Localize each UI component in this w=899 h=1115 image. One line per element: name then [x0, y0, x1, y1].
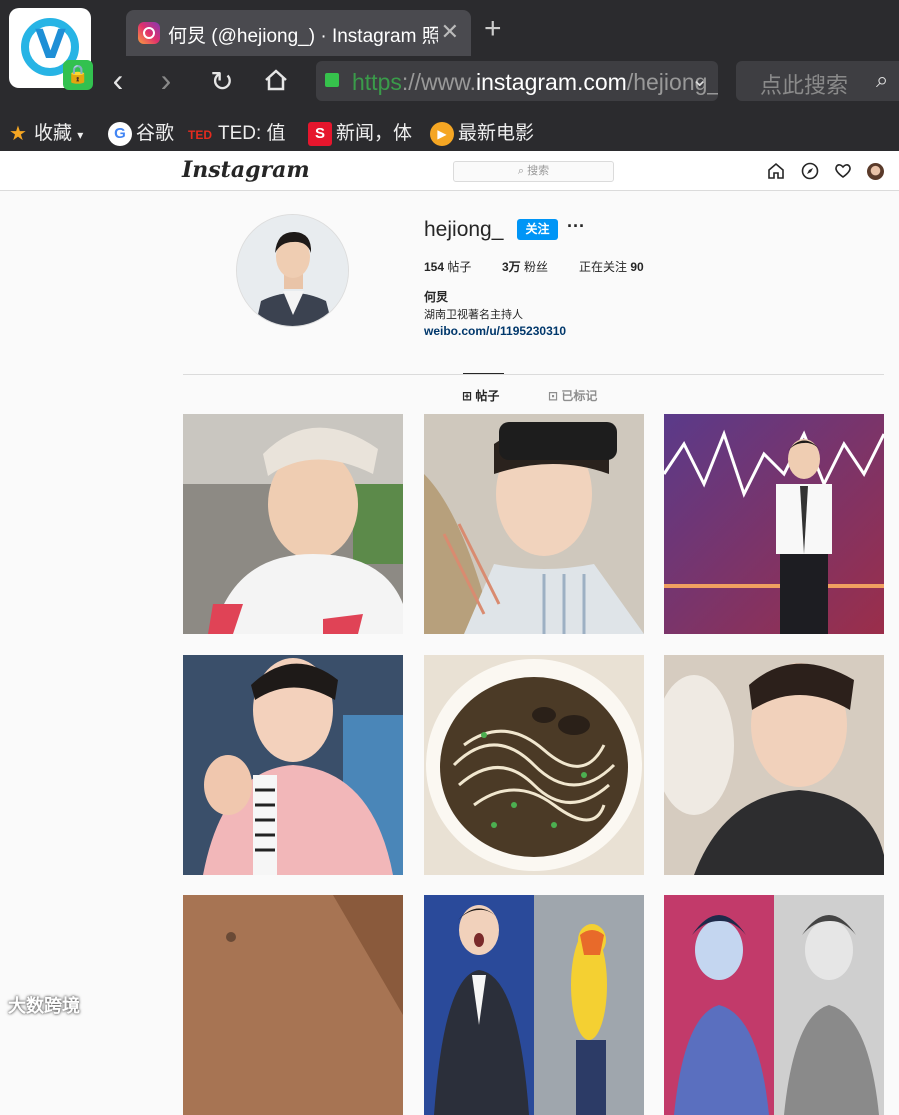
following-stat[interactable]: 正在关注 90 [579, 258, 644, 275]
search-icon: ⌕ [517, 165, 528, 177]
post-thumbnail[interactable] [664, 655, 884, 875]
instagram-header: Instagram ⌕ 搜索 [0, 151, 899, 191]
home-icon[interactable] [767, 162, 785, 180]
profile-bio: 湖南卫视著名主持人 [424, 309, 523, 321]
back-button[interactable]: ‹ [100, 62, 136, 99]
sina-icon: S [308, 121, 332, 146]
more-options-button[interactable]: ··· [567, 216, 585, 237]
post-thumbnail[interactable] [424, 414, 644, 634]
follow-button[interactable]: 关注 [517, 219, 558, 240]
tabs-divider [183, 374, 884, 375]
tab-tagged[interactable]: ⊡ 已标记 [548, 387, 597, 404]
tab-title: 何炅 (@hejiong_) · Instagram 照片 [168, 26, 438, 47]
profile-avatar[interactable] [236, 214, 349, 327]
watermark-text: 大数跨境 [8, 996, 80, 1016]
bookmark-ted[interactable]: TED TED: 值 [188, 118, 286, 145]
ted-icon: TED [188, 128, 212, 142]
new-tab-button[interactable]: + [484, 12, 502, 46]
post-thumbnail[interactable] [183, 414, 403, 634]
bookmark-favorites[interactable]: ★ 收藏 ▾ [6, 118, 83, 146]
profile-link[interactable]: weibo.com/u/1195230310 [424, 324, 566, 338]
instagram-logo[interactable]: Instagram [182, 157, 310, 183]
tag-icon: ⊡ [548, 389, 562, 403]
profile-username: hejiong_ [424, 218, 504, 241]
address-bar[interactable]: https://www.instagram.com/hejiong_/ ⌄ [316, 61, 718, 101]
forward-button[interactable]: › [148, 62, 184, 99]
post-thumbnail[interactable] [664, 414, 884, 634]
bookmark-google[interactable]: G 谷歌 [108, 118, 174, 146]
post-thumbnail[interactable] [424, 895, 644, 1115]
instagram-favicon-icon [138, 22, 160, 44]
logo-v-glyph: V [35, 22, 66, 68]
post-thumbnail[interactable] [664, 895, 884, 1115]
browser-search-box[interactable]: 点此搜索 ⌕ [736, 61, 899, 101]
star-icon: ★ [9, 122, 27, 145]
home-button[interactable] [258, 64, 294, 101]
search-icon[interactable]: ⌕ [876, 67, 888, 93]
search-placeholder: 点此搜索 [760, 73, 849, 98]
grid-icon: ⊞ [462, 389, 476, 403]
active-tab-indicator [463, 373, 504, 374]
heart-icon[interactable] [834, 162, 852, 180]
bookmark-movies[interactable]: ▶ 最新电影 [430, 118, 534, 146]
google-icon: G [108, 121, 132, 146]
browser-logo[interactable]: V 🔒 [9, 8, 93, 90]
bookmarks-bar: ★ 收藏 ▾ G 谷歌 TED TED: 值 S 新闻，体 ▶ 最新电影 [0, 112, 899, 148]
posts-stat: 154 帖子 [424, 260, 472, 274]
browser-chrome: V 🔒 何炅 (@hejiong_) · Instagram 照片 ✕ + ‹ … [0, 0, 899, 151]
close-tab-icon[interactable]: ✕ [441, 19, 459, 45]
explore-compass-icon[interactable] [801, 162, 819, 180]
url-text: https://www.instagram.com/hejiong_/ [352, 69, 718, 95]
browser-tab-instagram[interactable]: 何炅 (@hejiong_) · Instagram 照片 ✕ [126, 10, 471, 56]
lock-icon: 🔒 [63, 60, 93, 90]
reload-button[interactable]: ↻ [204, 65, 240, 98]
followers-stat[interactable]: 3万 粉丝 [502, 258, 548, 275]
instagram-search-input[interactable]: ⌕ 搜索 [453, 161, 614, 182]
chevron-down-icon[interactable]: ⌄ [691, 67, 708, 92]
secure-lock-icon [325, 73, 339, 87]
post-thumbnail[interactable] [183, 895, 403, 1115]
bookmark-news[interactable]: S 新闻，体 [308, 118, 412, 146]
profile-full-name: 何炅 [424, 290, 449, 304]
post-thumbnail[interactable] [424, 655, 644, 875]
home-icon [265, 69, 287, 91]
post-thumbnail[interactable] [183, 655, 403, 875]
video-icon: ▶ [430, 121, 454, 146]
tab-posts[interactable]: ⊞ 帖子 [462, 387, 499, 404]
user-avatar[interactable] [867, 163, 884, 180]
